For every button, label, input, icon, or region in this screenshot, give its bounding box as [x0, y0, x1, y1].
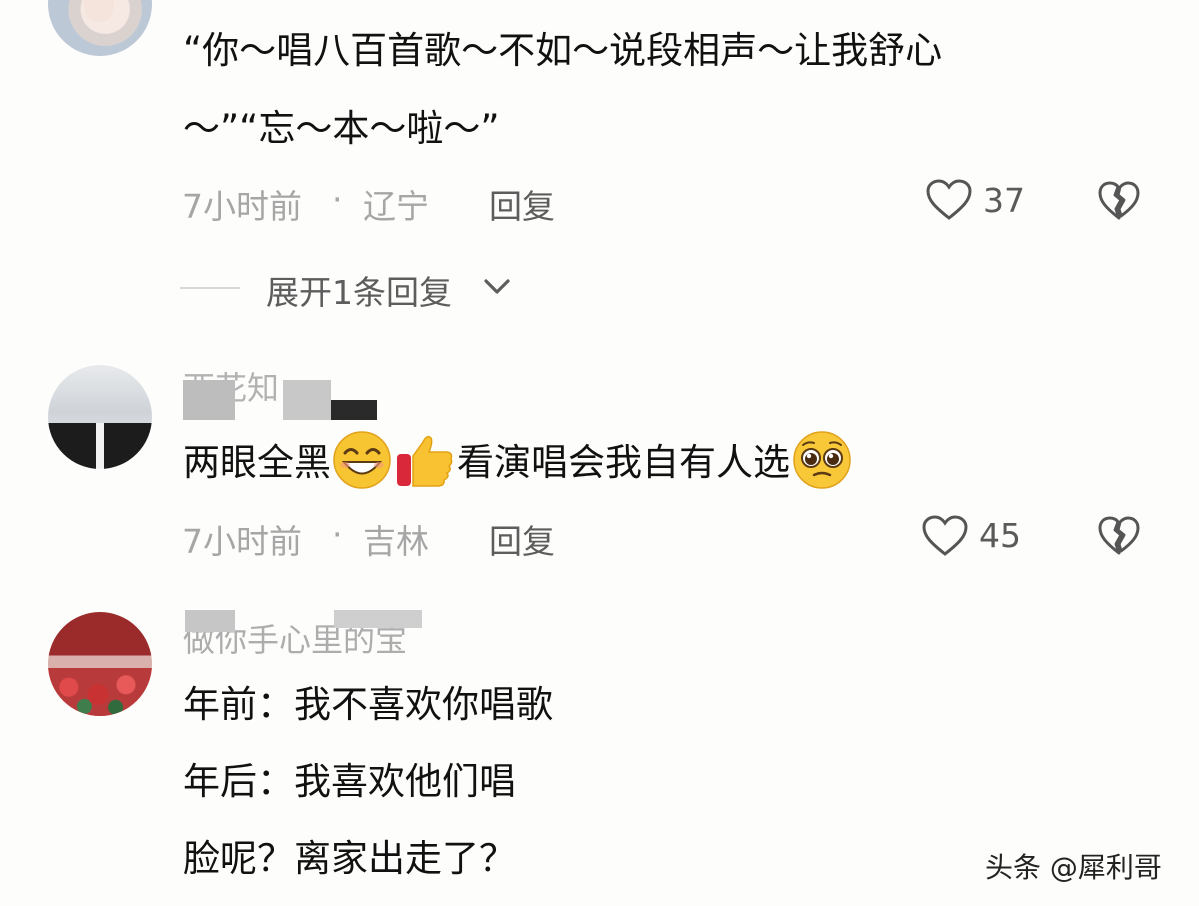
username-mosaic — [334, 610, 422, 628]
heart-outline-icon[interactable] — [925, 178, 973, 222]
comment-location: 吉林 — [363, 522, 429, 561]
like-count: 37 — [983, 181, 1025, 220]
comment-text: 两眼全黑 看演唱会我自有人选 — [183, 426, 854, 500]
meta-separator: · — [332, 515, 343, 554]
chevron-down-icon — [482, 278, 512, 296]
pleading-face-emoji — [790, 428, 854, 492]
username-mosaic — [331, 400, 377, 420]
avatar[interactable] — [48, 612, 152, 716]
avatar[interactable] — [48, 365, 152, 469]
username-mosaic — [183, 380, 235, 420]
comment-text-line: “你～唱八百首歌～不如～说段相声～让我舒心 — [183, 29, 943, 72]
comment-text-part: 看演唱会我自有人选 — [457, 441, 790, 484]
expand-divider — [180, 287, 240, 289]
comment-text-line: 脸呢？离家出走了？ — [183, 837, 516, 880]
comment-time: 7小时前 — [182, 522, 302, 561]
like-count: 45 — [979, 516, 1021, 555]
comment-text-line: 年前：我不喜欢你唱歌 — [183, 683, 553, 726]
heart-outline-icon[interactable] — [921, 514, 969, 558]
reply-button[interactable]: 回复 — [489, 515, 555, 563]
meta-separator: · — [332, 180, 343, 219]
expand-replies-button[interactable]: 展开1条回复 — [266, 266, 510, 314]
comment-text-line: ～”“忘～本～啦～” — [183, 107, 500, 150]
avatar[interactable] — [48, 0, 152, 56]
comment-time: 7小时前 — [182, 187, 302, 226]
reply-button[interactable]: 回复 — [489, 180, 555, 228]
thumbs-up-emoji — [393, 428, 457, 492]
broken-heart-icon[interactable] — [1097, 180, 1141, 222]
expand-label: 展开1条回复 — [266, 273, 452, 312]
username-mosaic — [283, 380, 331, 420]
broken-heart-icon[interactable] — [1097, 515, 1141, 557]
comment-location: 辽宁 — [363, 187, 429, 226]
grin-emoji — [331, 429, 393, 491]
username-mosaic — [185, 610, 235, 632]
comment-text-line: 年后：我喜欢他们唱 — [183, 760, 516, 803]
comment-text-part: 两眼全黑 — [183, 441, 331, 484]
watermark: 头条 @犀利哥 — [985, 851, 1162, 884]
